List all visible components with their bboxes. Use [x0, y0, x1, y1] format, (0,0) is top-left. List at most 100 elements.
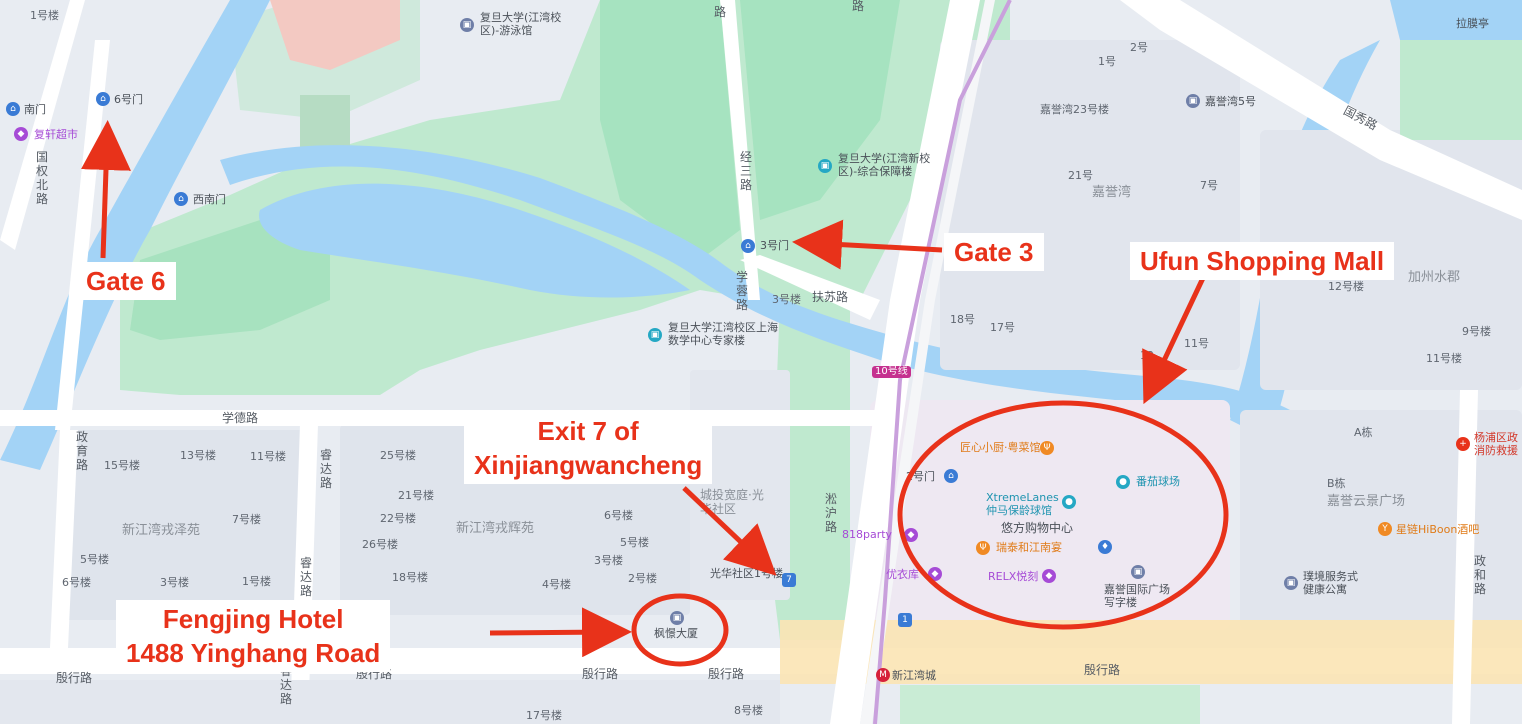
gate-icon[interactable]: ⌂ [174, 192, 188, 206]
building-label: 17号楼 [526, 709, 562, 722]
block-label-jiazhou: 加州水郡 [1408, 270, 1461, 285]
building-label: 25号楼 [380, 449, 416, 462]
road-label-zhenghe: 政和路 [1474, 554, 1487, 596]
poi-guanghua[interactable]: 光华社区1号楼 [710, 567, 783, 581]
building-label: 26号楼 [362, 538, 398, 551]
gate-icon[interactable]: ⌂ [6, 102, 20, 116]
restaurant-icon[interactable]: Ψ [976, 541, 990, 555]
shop-icon[interactable]: ◆ [1042, 569, 1056, 583]
sports-icon[interactable]: ● [1116, 475, 1130, 489]
bowling-icon[interactable]: ● [1062, 495, 1076, 509]
gate-icon[interactable]: ⌂ [741, 239, 755, 253]
building-icon[interactable]: ▣ [648, 328, 662, 342]
poi-yinghuan[interactable]: 璞境服务式健康公寓 [1303, 570, 1367, 596]
metro-exit-icon[interactable]: 7 [782, 573, 796, 587]
poi-jiayu5[interactable]: 嘉誉湾5号 [1205, 95, 1256, 109]
poi-hiboon[interactable]: 星链HiBoon酒吧 [1396, 523, 1479, 537]
gate-icon[interactable]: ⌂ [96, 92, 110, 106]
poi-math[interactable]: 复旦大学江湾校区上海数学中心专家楼 [668, 321, 780, 347]
block-label-xinjiang-ze: 新江湾戎泽苑 [122, 523, 201, 538]
poi-west-gate[interactable]: 西南门 [193, 193, 226, 207]
poi-tomato[interactable]: 番茄球场 [1136, 475, 1180, 489]
building-label: 3号楼 [594, 554, 623, 567]
block-label-jiayu-bay: 嘉誉湾 [1092, 185, 1132, 200]
building-label: 3栋 [734, 549, 752, 562]
restaurant-icon[interactable]: Ψ [1040, 441, 1054, 455]
poi-gate3[interactable]: 3号门 [760, 239, 789, 253]
building-label: 1号楼 [242, 575, 271, 588]
poi-818party[interactable]: 818party [842, 528, 892, 542]
building-label: 5号楼 [620, 536, 649, 549]
building-label: 11号楼 [250, 450, 286, 463]
building-label: 2号 [1130, 41, 1148, 54]
poi-south-gate[interactable]: 南门 [24, 103, 46, 117]
poi-ufun[interactable]: 悠方购物中心 [1001, 521, 1073, 536]
poi-fengjing[interactable]: 枫憬大厦 [654, 627, 698, 641]
building-icon[interactable]: ▣ [460, 18, 474, 32]
building-label: 9号楼 [1462, 325, 1491, 338]
poi-relx[interactable]: RELX悦刻 [988, 570, 1038, 584]
shop-icon[interactable]: ◆ [904, 528, 918, 542]
shop-icon[interactable]: ◆ [928, 567, 942, 581]
poi-fire[interactable]: 杨浦区政消防救援 [1474, 431, 1522, 457]
building-label: 21号楼 [398, 489, 434, 502]
hotel-icon[interactable]: ▣ [670, 611, 684, 625]
building-label: 5号楼 [80, 553, 109, 566]
poi-swimming[interactable]: 复旦大学(江湾校区)-游泳馆 [480, 11, 580, 37]
bar-icon[interactable]: Y [1378, 522, 1392, 536]
building-label: 11号楼 [1426, 352, 1462, 365]
building-label: 18号 [950, 313, 975, 326]
building-label: 12 [1140, 349, 1154, 362]
poi-jiayu-plaza[interactable]: 嘉誉国际广场写字楼 [1104, 583, 1174, 609]
road-label-songhu: 淞沪路 [825, 492, 838, 534]
annotation-exit7: Exit 7 of Xinjiangwancheng [464, 412, 713, 484]
shop-icon[interactable]: ◆ [14, 127, 28, 141]
building-label: A栋 [1354, 426, 1373, 439]
poi-youyi[interactable]: 优衣库 [886, 568, 919, 582]
building-icon[interactable]: ▣ [1131, 565, 1145, 579]
poi-gate2[interactable]: 2号门 [906, 470, 935, 484]
annotation-hotel-line1: Fengjing Hotel [162, 604, 344, 634]
block-label-xinjiang-hui: 新江湾戎辉苑 [456, 521, 535, 536]
building-label: 8号楼 [734, 704, 763, 717]
poi-support[interactable]: 复旦大学(江湾新校区)-综合保障楼 [838, 152, 934, 178]
metro-line-badge: 10号线 [872, 366, 911, 378]
annotation-exit7-line2: Xinjiangwancheng [474, 450, 703, 480]
poi-lamo[interactable]: 拉膜亭 [1456, 17, 1489, 31]
road-label-xuede: 学德路 [222, 411, 259, 425]
road-label-top: 路 [714, 5, 727, 19]
poi-xtreme[interactable]: XtremeLanes仲马保龄球馆 [986, 491, 1062, 517]
metro-station-icon[interactable]: M [876, 668, 890, 682]
metro-exit-icon[interactable]: 1 [898, 613, 912, 627]
building-label: 1号楼 [30, 9, 59, 22]
building-label: 3号楼 [772, 293, 801, 306]
poi-metro-station[interactable]: 新江湾城 [892, 669, 936, 683]
road-label-yinhang: 殷行路 [56, 671, 93, 685]
building-icon[interactable]: ▣ [818, 159, 832, 173]
annotation-gate6: Gate 6 [76, 262, 176, 300]
fire-station-icon[interactable]: + [1456, 437, 1470, 451]
poi-community[interactable]: 城投宽庭·光华社区 [700, 488, 764, 517]
building-label: 17号 [990, 321, 1015, 334]
annotation-hotel-line2: 1488 Yinghang Road [126, 638, 381, 668]
restroom-icon[interactable]: ♦ [1098, 540, 1112, 554]
building-icon[interactable]: ▣ [1284, 576, 1298, 590]
building-label: 3号楼 [160, 576, 189, 589]
building-label: 6号楼 [62, 576, 91, 589]
road-label-ruida: 睿达路 [300, 556, 313, 598]
gate-icon[interactable]: ⌂ [944, 469, 958, 483]
annotation-ufun: Ufun Shopping Mall [1130, 242, 1395, 280]
building-label: 12号楼 [1328, 280, 1364, 293]
poi-ruitai[interactable]: 瑞泰和江南宴 [996, 541, 1062, 555]
poi-jiangxin[interactable]: 匠心小厨·粤菜馆 [960, 441, 1041, 455]
road-label-top: 路 [852, 0, 865, 13]
poi-fuxuan[interactable]: 复轩超市 [34, 128, 78, 142]
building-icon[interactable]: ▣ [1186, 94, 1200, 108]
building-label: 13号楼 [180, 449, 216, 462]
building-label: 18号楼 [392, 571, 428, 584]
building-label: 7号 [1200, 179, 1218, 192]
road-label-yinhang: 殷行路 [582, 667, 619, 681]
poi-gate6[interactable]: 6号门 [114, 93, 143, 107]
map-canvas[interactable]: 学德路 殷行路 殷行路 殷行路 殷行路 殷行路 扶苏路 国秀路 学蓉路 经三路 … [0, 0, 1522, 724]
road-label-guoquanbei: 国权北路 [36, 150, 49, 206]
